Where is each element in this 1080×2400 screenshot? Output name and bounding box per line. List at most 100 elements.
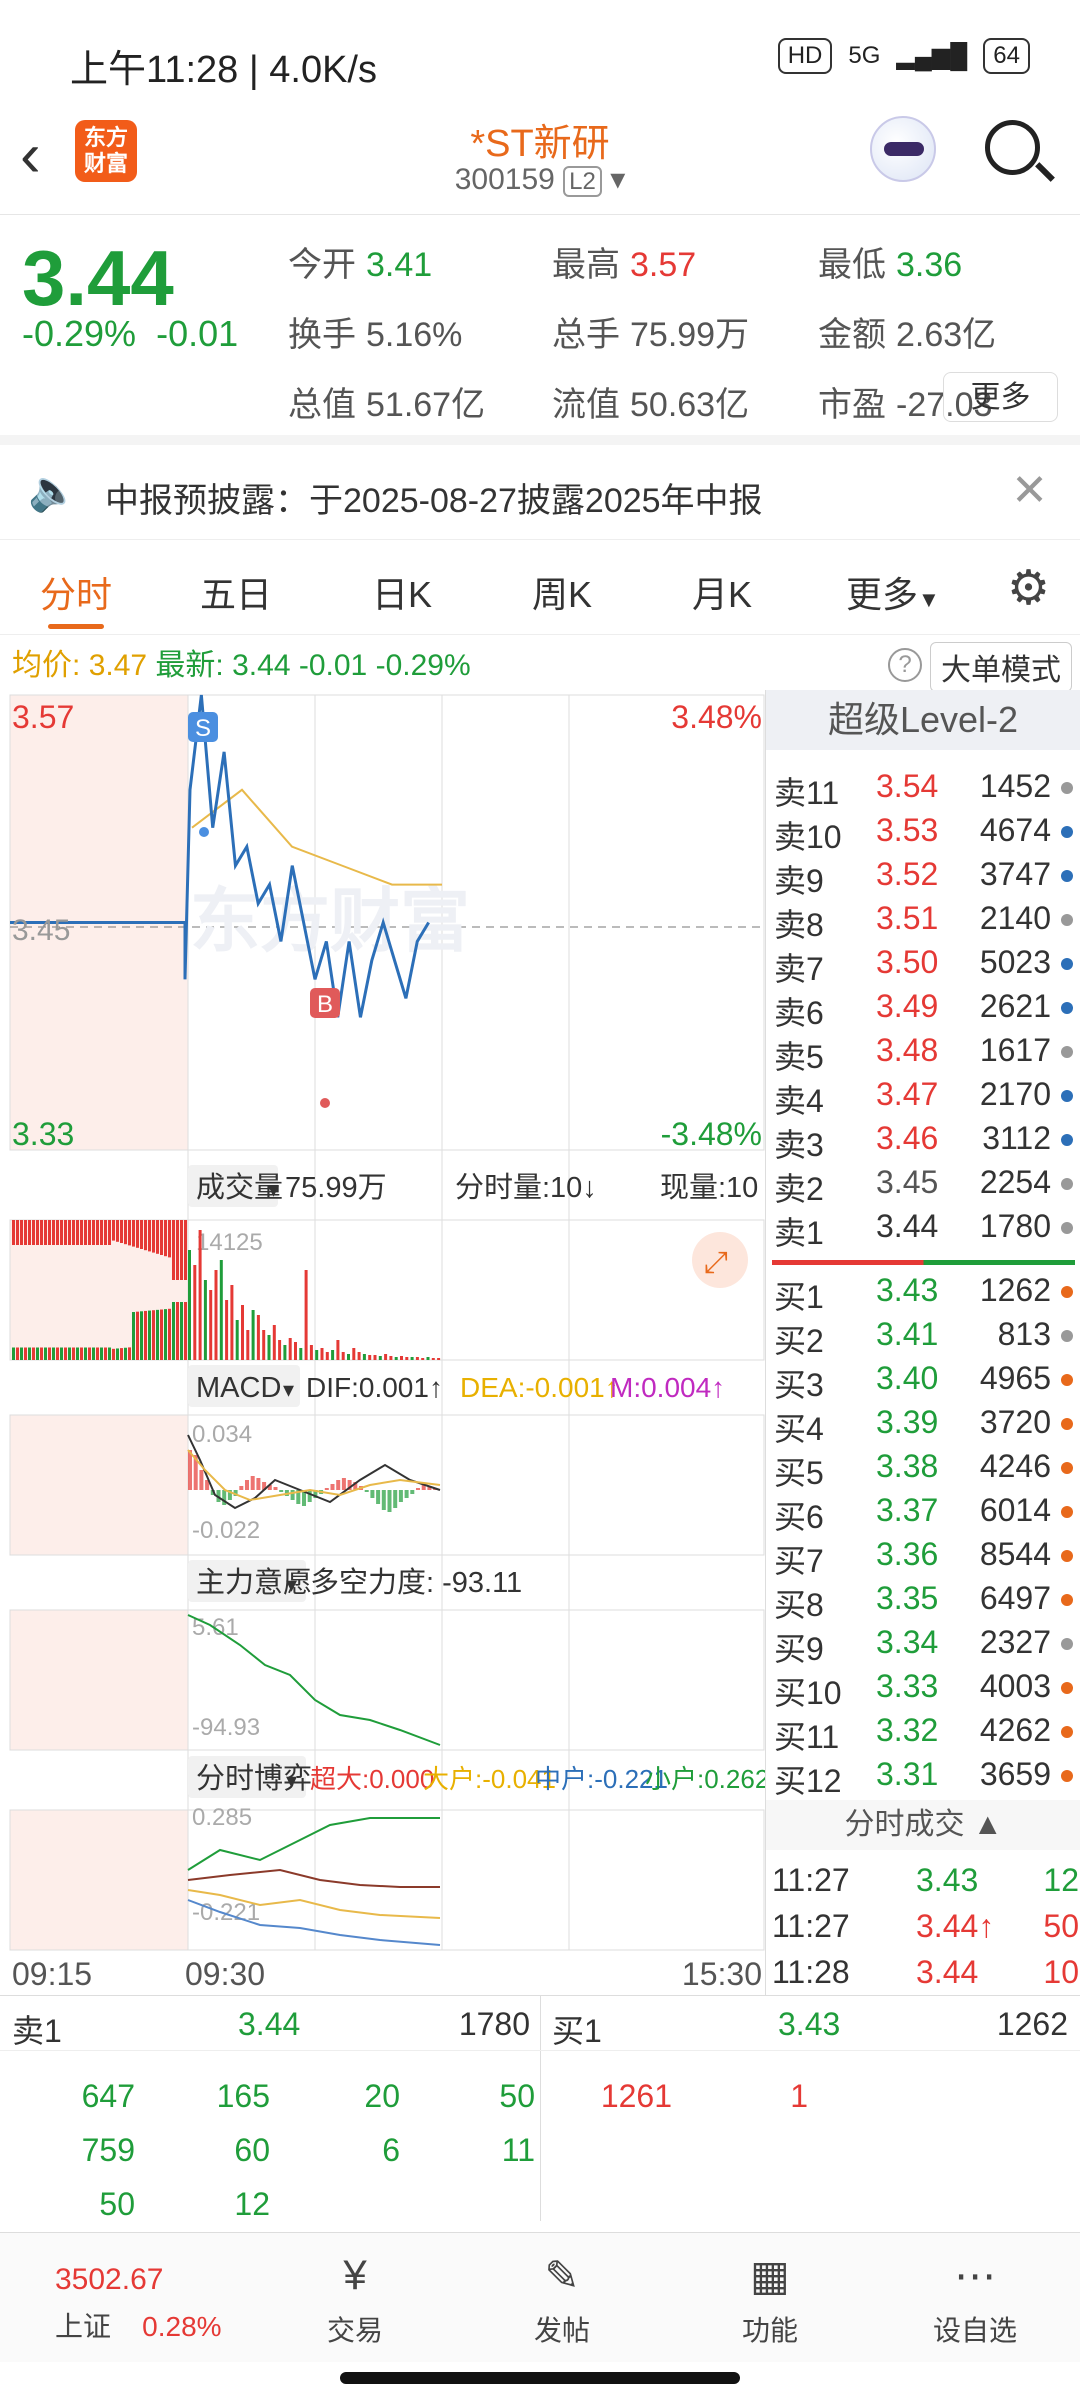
watermark: 东方财富 (190, 882, 470, 960)
status-dot (1061, 914, 1073, 926)
orderbook-row[interactable]: 买11 3.32 4262 (766, 1712, 1080, 1756)
status-dot (1061, 1682, 1073, 1694)
index-pct: 0.28% (142, 2311, 222, 2342)
status-time: 上午11:28 | 4.0K/s (70, 49, 377, 91)
orderbook-row[interactable]: 卖3 3.46 3112 (766, 1120, 1080, 1164)
last-label: 最新: (155, 649, 224, 682)
macd-bar (336, 1480, 341, 1490)
more-dots-icon: ⋯ (954, 2252, 996, 2299)
volume-bar (184, 1302, 187, 1360)
orderbook-row[interactable]: 卖10 3.53 4674 (766, 812, 1080, 856)
volume-bar (44, 1347, 47, 1360)
notice-bar[interactable]: 🔈 中报预披露：于2025-08-27披露2025年中报 ✕ (0, 445, 1080, 540)
orderbook-price: 3.32 (876, 1712, 939, 1748)
orderbook-price: 3.35 (876, 1580, 939, 1616)
tab-monthly-k[interactable]: 月K (692, 566, 752, 618)
nav-functions[interactable]: ▦ 功能 (700, 2233, 840, 2349)
intraday-chart-area[interactable]: 东方财富 S B 3.57 3.45 3.33 3.48% -3.48% 成交量… (0, 690, 769, 1995)
vol-max-label: 14125 (196, 1229, 263, 1256)
volume-bar (415, 1357, 419, 1360)
volume-bar (124, 1220, 127, 1245)
vol-period: 分时量:10↓ (455, 1171, 597, 1204)
volume-bar (315, 1350, 319, 1360)
volume-bar (357, 1352, 361, 1360)
orderbook-row[interactable]: 买6 3.37 6014 (766, 1492, 1080, 1536)
orderbook-row[interactable]: 买12 3.31 3659 (766, 1756, 1080, 1800)
status-dot (1061, 958, 1073, 970)
orderbook-row[interactable]: 买10 3.33 4003 (766, 1668, 1080, 1712)
orderbook-row[interactable]: 买5 3.38 4246 (766, 1448, 1080, 1492)
orderbook-volume: 1780 (979, 1208, 1051, 1244)
volume-bar (320, 1348, 324, 1360)
nav-post[interactable]: ✎ 发帖 (492, 2233, 632, 2349)
assistant-avatar[interactable] (870, 116, 936, 182)
search-icon[interactable] (985, 120, 1040, 175)
macd-label[interactable]: MACD (196, 1372, 281, 1404)
close-icon[interactable]: ✕ (1011, 465, 1048, 516)
volume-bar (76, 1347, 79, 1360)
help-icon[interactable]: ? (888, 648, 922, 682)
orderbook-row[interactable]: 卖7 3.50 5023 (766, 944, 1080, 988)
bottom-nav: 3502.67 上证 0.28% ¥ 交易 ✎ 发帖 ▦ 功能 ⋯ 设自选 (0, 2232, 1080, 2362)
nav-functions-label: 功能 (741, 2315, 798, 2346)
gear-icon[interactable]: ⚙ (1007, 560, 1050, 616)
nav-add-watch-label: 设自选 (932, 2315, 1017, 2346)
volume-bar (160, 1220, 163, 1255)
volume-bar (168, 1220, 171, 1258)
orderbook-volume: 6497 (979, 1580, 1051, 1616)
orderbook-row[interactable]: 买3 3.40 4965 (766, 1360, 1080, 1404)
orderbook-row[interactable]: 卖9 3.52 3747 (766, 856, 1080, 900)
volume-bar (309, 1345, 313, 1360)
orderbook-row[interactable]: 卖4 3.47 2170 (766, 1076, 1080, 1120)
nav-index[interactable]: 3502.67 上证 0.28% (55, 2233, 222, 2345)
network-label: 5G (848, 42, 881, 69)
macd-bar (364, 1490, 369, 1492)
orderbook-row[interactable]: 买2 3.41 813 (766, 1316, 1080, 1360)
orderbook-price: 3.36 (876, 1536, 939, 1572)
orderbook-volume: 8544 (979, 1536, 1051, 1572)
nav-trade[interactable]: ¥ 交易 (285, 2233, 425, 2349)
status-dot (1061, 1418, 1073, 1430)
orderbook-row[interactable]: 卖2 3.45 2254 (766, 1164, 1080, 1208)
zl-value: 多空力度: -93.11 (310, 1566, 522, 1599)
more-button[interactable]: 更多 (943, 372, 1058, 422)
trades-title[interactable]: 分时成交 ▲ (766, 1800, 1080, 1850)
orderbook-price: 3.51 (876, 900, 939, 936)
status-dot (1061, 1506, 1073, 1518)
orderbook-row[interactable]: 买7 3.36 8544 (766, 1536, 1080, 1580)
orderbook-price: 3.43 (876, 1272, 939, 1308)
tab-daily-k[interactable]: 日K (372, 566, 432, 618)
orderbook-volume: 1452 (979, 768, 1051, 804)
level2-title[interactable]: 超级Level-2 (766, 690, 1080, 750)
big-order-mode-button[interactable]: 大单模式 (930, 642, 1072, 692)
tab-more[interactable]: 更多▼ (846, 566, 940, 618)
orderbook-row[interactable]: 卖6 3.49 2621 (766, 988, 1080, 1032)
orderbook-row[interactable]: 买4 3.39 3720 (766, 1404, 1080, 1448)
orderbook-row[interactable]: 买9 3.34 2327 (766, 1624, 1080, 1668)
orderbook-row[interactable]: 买8 3.35 6497 (766, 1580, 1080, 1624)
volume-bar (104, 1220, 107, 1245)
orderbook-level: 卖9 (774, 863, 824, 899)
volume-bar (384, 1354, 388, 1360)
dropdown-icon: ▾ (283, 1377, 294, 1402)
stock-code-text: 300159 (454, 163, 555, 196)
orderbook-row[interactable]: 卖11 3.54 1452 (766, 768, 1080, 812)
nav-add-watch[interactable]: ⋯ 设自选 (905, 2233, 1045, 2349)
tab-5day[interactable]: 五日 (200, 566, 272, 618)
volume-bar (24, 1220, 27, 1245)
caret-down-icon: ▼ (918, 587, 940, 612)
tab-intraday[interactable]: 分时 (40, 566, 112, 629)
quote-field-value: 3.36 (896, 246, 963, 284)
depth-sell-qty: 20 (364, 2078, 400, 2114)
orderbook-row[interactable]: 卖8 3.51 2140 (766, 900, 1080, 944)
quote-field: 总手 75.99万 (552, 307, 749, 356)
orderbook-row[interactable]: 卖5 3.48 1617 (766, 1032, 1080, 1076)
orderbook-row[interactable]: 卖1 3.44 1780 (766, 1208, 1080, 1252)
home-indicator[interactable] (340, 2372, 740, 2384)
orderbook-volume: 2621 (979, 988, 1051, 1024)
tab-weekly-k[interactable]: 周K (532, 566, 592, 618)
macd-bar (387, 1490, 392, 1512)
volume-bar (400, 1356, 403, 1360)
orderbook-volume: 3112 (982, 1120, 1051, 1156)
orderbook-row[interactable]: 买1 3.43 1262 (766, 1272, 1080, 1316)
